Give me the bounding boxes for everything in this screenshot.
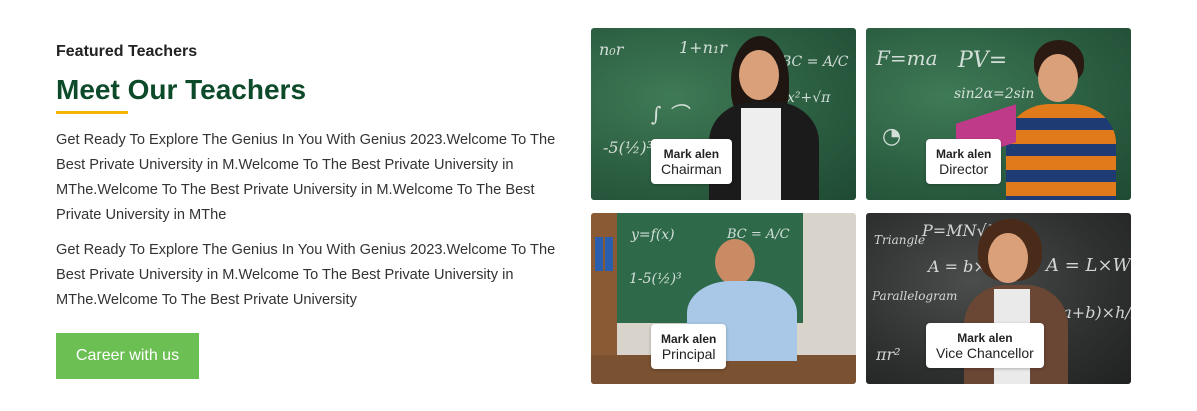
teacher-role: Vice Chancellor (936, 345, 1034, 361)
teacher-role: Chairman (661, 161, 722, 177)
teacher-label: Mark alen Principal (651, 324, 727, 369)
intro-paragraph-1: Get Ready To Explore The Genius In You W… (56, 132, 556, 223)
teacher-card[interactable]: n₀r 1+n₁r BC = A/C ∫ ⌒ -5(½)³ x²+√π Mark… (591, 28, 856, 200)
title-underline (56, 111, 128, 114)
teacher-name: Mark alen (957, 331, 1013, 345)
teachers-grid: n₀r 1+n₁r BC = A/C ∫ ⌒ -5(½)³ x²+√π Mark… (591, 28, 1131, 384)
teacher-label: Mark alen Vice Chancellor (926, 323, 1044, 368)
teacher-name: Mark alen (936, 147, 992, 161)
intro-paragraph-2: Get Ready To Explore The Genius In You W… (56, 242, 556, 308)
teacher-card[interactable]: y=f(x) 1-5(½)³ BC = A/C Mark alen Princi… (591, 213, 856, 384)
teacher-name: Mark alen (663, 147, 720, 161)
teacher-label: Mark alen Director (926, 139, 1002, 184)
teacher-card[interactable]: P=MN√P.F Triangle A = b×h/2 A = L×W Para… (866, 213, 1131, 384)
section-eyebrow: Featured Teachers (56, 43, 198, 60)
teacher-card[interactable]: F=ma PV= sin2α=2sin ◔ Mark alen Director (866, 28, 1131, 200)
section-title: Meet Our Teachers (56, 74, 307, 105)
teacher-label: Mark alen Chairman (651, 139, 732, 184)
teacher-role: Principal (661, 346, 716, 362)
teacher-name: Mark alen (661, 332, 717, 346)
teacher-role: Director (939, 161, 989, 177)
career-button[interactable]: Career with us (56, 333, 199, 379)
